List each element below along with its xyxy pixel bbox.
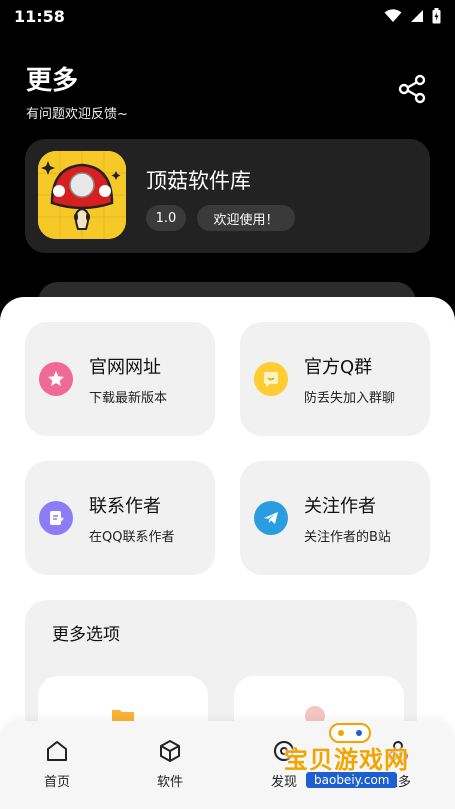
tile-title: 关注作者 bbox=[304, 496, 376, 517]
signal-icon bbox=[411, 10, 423, 22]
share-icon bbox=[398, 74, 426, 104]
status-time: 11:58 bbox=[14, 6, 65, 26]
tab-home[interactable]: 首页 bbox=[17, 739, 97, 790]
wifi-icon bbox=[384, 9, 402, 22]
welcome-badge: 欢迎使用！ bbox=[197, 205, 295, 231]
tile-title: 官网网址 bbox=[89, 357, 161, 378]
watermark: 宝贝游戏网 baobeiy.com bbox=[278, 718, 448, 802]
tile-title: 联系作者 bbox=[89, 496, 161, 517]
tile-subtitle: 下载最新版本 bbox=[89, 391, 168, 406]
battery-icon bbox=[432, 8, 441, 24]
tile-qq-group[interactable]: 官方Q群 防丢失加入群聊 bbox=[240, 322, 430, 436]
page-header: 更多 有问题欢迎反馈~ bbox=[26, 60, 426, 122]
page-subtitle: 有问题欢迎反馈~ bbox=[26, 107, 128, 122]
tile-title: 官方Q群 bbox=[304, 357, 373, 378]
share-button[interactable] bbox=[395, 72, 429, 106]
tile-follow-author[interactable]: 关注作者 关注作者的B站 bbox=[240, 461, 430, 575]
app-logo bbox=[38, 151, 126, 239]
version-badge: 1.0 bbox=[146, 205, 186, 231]
smile-icon bbox=[254, 362, 288, 396]
tab-label: 首页 bbox=[43, 775, 70, 790]
more-options-title: 更多选项 bbox=[52, 625, 120, 645]
tile-subtitle: 在QQ联系作者 bbox=[89, 530, 175, 545]
tab-label: 软件 bbox=[156, 775, 183, 790]
status-bar: 11:58 bbox=[0, 0, 455, 32]
home-icon bbox=[47, 741, 67, 761]
note-icon bbox=[39, 501, 73, 535]
watermark-text: 宝贝游戏网 bbox=[284, 746, 409, 774]
tile-subtitle: 防丢失加入群聊 bbox=[304, 391, 396, 406]
cube-icon bbox=[160, 740, 180, 762]
watermark-url: baobeiy.com bbox=[306, 772, 398, 788]
mushroom-icon bbox=[38, 151, 126, 239]
tile-website[interactable]: 官网网址 下载最新版本 bbox=[25, 322, 215, 436]
app-info-card: 顶菇软件库 1.0 欢迎使用！ bbox=[25, 139, 430, 253]
tile-contact-author[interactable]: 联系作者 在QQ联系作者 bbox=[25, 461, 215, 575]
app-name: 顶菇软件库 bbox=[146, 169, 251, 193]
status-icons bbox=[384, 8, 441, 24]
tile-subtitle: 关注作者的B站 bbox=[304, 530, 391, 545]
page-title: 更多 bbox=[26, 66, 79, 96]
star-icon bbox=[39, 362, 73, 396]
telegram-icon bbox=[254, 501, 288, 535]
tab-software[interactable]: 软件 bbox=[130, 739, 210, 790]
